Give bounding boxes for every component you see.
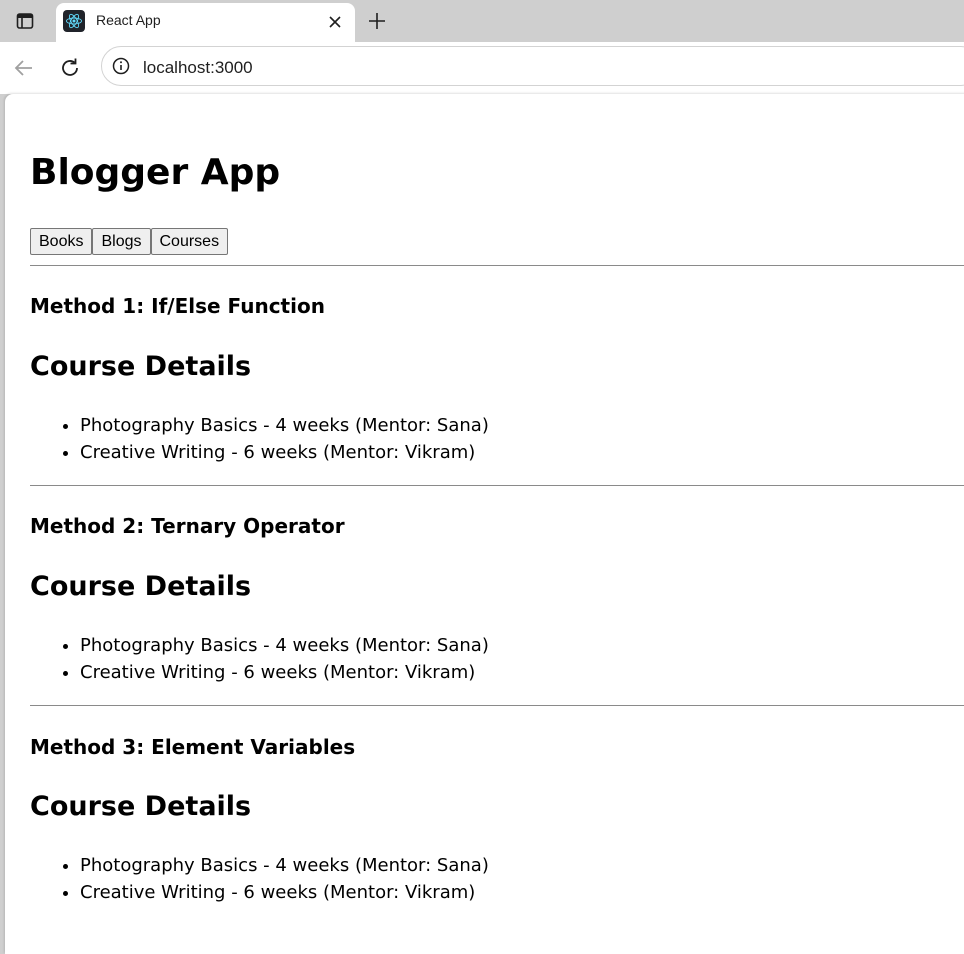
- category-button-group: Books Blogs Courses: [30, 228, 229, 255]
- method-1-title: Method 1: If/Else Function: [30, 294, 325, 318]
- divider: [30, 265, 964, 266]
- reload-icon: [62, 58, 78, 76]
- list-item: Photography Basics - 4 weeks (Mentor: Sa…: [80, 632, 489, 659]
- list-item: Photography Basics - 4 weeks (Mentor: Sa…: [80, 852, 489, 879]
- divider: [30, 485, 964, 486]
- list-item: Photography Basics - 4 weeks (Mentor: Sa…: [80, 412, 489, 439]
- tab-strip: React App: [0, 0, 964, 42]
- method-2-title: Method 2: Ternary Operator: [30, 514, 345, 538]
- info-icon[interactable]: [112, 57, 130, 75]
- course-details-heading: Course Details: [30, 571, 252, 602]
- course-list: Photography Basics - 4 weeks (Mentor: Sa…: [30, 412, 489, 466]
- list-item: Creative Writing - 6 weeks (Mentor: Vikr…: [80, 879, 489, 906]
- browser-toolbar: localhost:3000: [0, 42, 964, 94]
- page-title: Blogger App: [30, 152, 281, 193]
- course-details-heading: Course Details: [30, 791, 252, 822]
- page-viewport: Blogger App Books Blogs Courses Method 1…: [5, 94, 964, 954]
- books-button[interactable]: Books: [30, 228, 93, 255]
- reload-button[interactable]: [56, 54, 84, 82]
- tab-actions-button[interactable]: [8, 6, 42, 36]
- course-list: Photography Basics - 4 weeks (Mentor: Sa…: [30, 852, 489, 906]
- list-item: Creative Writing - 6 weeks (Mentor: Vikr…: [80, 439, 489, 466]
- divider: [30, 705, 964, 706]
- react-logo-icon: [63, 10, 85, 32]
- courses-button[interactable]: Courses: [150, 228, 229, 255]
- url-text[interactable]: localhost:3000: [143, 58, 253, 78]
- address-bar[interactable]: localhost:3000: [101, 46, 964, 86]
- course-list: Photography Basics - 4 weeks (Mentor: Sa…: [30, 632, 489, 686]
- method-3-title: Method 3: Element Variables: [30, 735, 356, 759]
- browser-tab[interactable]: React App: [56, 3, 355, 42]
- tab-actions-icon: [16, 13, 34, 29]
- course-details-heading: Course Details: [30, 351, 252, 382]
- back-arrow-icon: [14, 60, 32, 76]
- tab-title: React App: [96, 12, 161, 28]
- back-button[interactable]: [10, 54, 38, 82]
- blogs-button[interactable]: Blogs: [92, 228, 151, 255]
- new-tab-button[interactable]: [362, 6, 392, 36]
- plus-icon: [369, 13, 385, 29]
- close-icon: [329, 16, 341, 28]
- tab-close-button[interactable]: [324, 11, 346, 33]
- list-item: Creative Writing - 6 weeks (Mentor: Vikr…: [80, 659, 489, 686]
